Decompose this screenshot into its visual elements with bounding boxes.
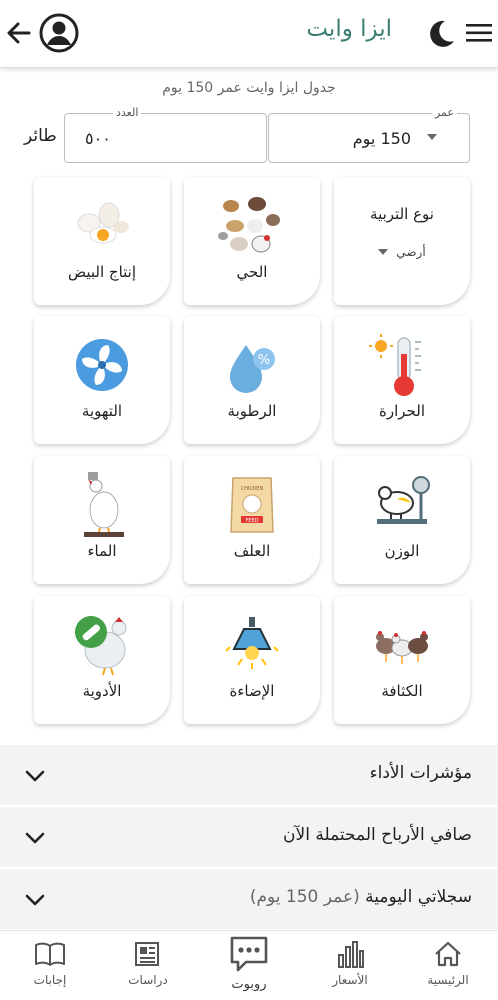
- nav-prices[interactable]: الأسعار: [310, 937, 390, 997]
- lighting-label: الإضاءة: [229, 682, 275, 700]
- chat-bubble-icon: [209, 933, 289, 975]
- profit-title: صافي الأرباح المحتملة الآن: [283, 825, 472, 845]
- count-label: العدد: [113, 106, 142, 119]
- nav-home-label: الرئيسية: [427, 973, 469, 987]
- tile-ventilation[interactable]: التهوية: [34, 316, 170, 444]
- thermometer-icon: [334, 332, 470, 398]
- egg-production-label: إنتاج البيض: [67, 263, 137, 281]
- feed-label: العلف: [233, 542, 271, 560]
- open-book-icon: [10, 937, 90, 971]
- nav-prices-label: الأسعار: [332, 973, 368, 987]
- age-value: 150 يوم: [352, 129, 411, 148]
- tile-humidity[interactable]: % الرطوبة: [184, 316, 320, 444]
- ceiling-lamp-icon: [184, 612, 320, 678]
- accordion-performance[interactable]: مؤشرات الأداء: [0, 745, 498, 806]
- nav-studies[interactable]: دراسات: [108, 937, 188, 997]
- bottom-navigation: الرئيسية الأسعار روبوت دراسات إجابات: [0, 930, 498, 1000]
- age-select[interactable]: عمر 150 يوم: [268, 106, 470, 163]
- live-poultry-icon: [184, 193, 320, 259]
- nav-home[interactable]: الرئيسية: [408, 937, 488, 997]
- tile-egg-production[interactable]: إنتاج البيض: [34, 177, 170, 305]
- nav-robot-label: روبوت: [231, 977, 267, 992]
- performance-title: مؤشرات الأداء: [369, 763, 472, 783]
- tile-water[interactable]: الماء: [34, 456, 170, 584]
- tile-weight[interactable]: الوزن: [334, 456, 470, 584]
- fan-icon: [34, 332, 170, 398]
- profile-icon[interactable]: [38, 12, 80, 54]
- bar-chart-icon: [310, 937, 390, 971]
- tile-lighting[interactable]: الإضاءة: [184, 596, 320, 724]
- sack-bottom-text: FEED: [245, 518, 258, 524]
- water-label: الماء: [87, 542, 117, 560]
- medicine-label: الأدوية: [82, 682, 122, 700]
- nav-studies-label: دراسات: [128, 973, 168, 987]
- sack-top-text: CHICKEN: [241, 486, 264, 492]
- age-label: عمر: [432, 106, 457, 119]
- app-header: ايزا وايت: [0, 0, 498, 68]
- svg-text:%: %: [258, 353, 270, 368]
- back-arrow-icon[interactable]: [2, 16, 36, 50]
- newspaper-icon: [108, 937, 188, 971]
- breeding-type-select[interactable]: أرضي: [334, 245, 470, 259]
- chevron-down-icon: [25, 770, 45, 782]
- medicine-chicken-icon: [34, 612, 170, 678]
- temperature-label: الحرارة: [379, 402, 425, 420]
- nav-answers-label: إجابات: [33, 973, 67, 987]
- ventilation-label: التهوية: [81, 402, 123, 420]
- humidity-label: الرطوبة: [227, 402, 277, 420]
- table-subtitle: جدول ايزا وايت عمر 150 يوم: [162, 80, 336, 96]
- home-icon: [408, 937, 488, 971]
- count-value: ٥٠٠: [85, 129, 111, 148]
- eggs-icon: [34, 193, 170, 259]
- tile-density[interactable]: الكثافة: [334, 596, 470, 724]
- live-label: الحي: [236, 263, 268, 281]
- accordion-profit[interactable]: صافي الأرباح المحتملة الآن: [0, 807, 498, 868]
- tile-medicine[interactable]: الأدوية: [34, 596, 170, 724]
- chicken-flock-icon: [334, 612, 470, 678]
- tile-feed[interactable]: CHICKEN FEED العلف: [184, 456, 320, 584]
- unit-label: طائر: [24, 126, 57, 146]
- dropdown-caret-icon: [427, 134, 437, 140]
- daily-logs-title: سجلاتي اليومية (عمر 150 يوم): [250, 887, 472, 907]
- hamburger-menu-icon[interactable]: [464, 18, 494, 48]
- daily-logs-label: سجلاتي اليومية: [365, 887, 472, 907]
- nav-robot[interactable]: روبوت: [209, 933, 289, 993]
- tile-breeding-type[interactable]: نوع التربية أرضي: [334, 177, 470, 305]
- breeding-type-title: نوع التربية: [370, 205, 434, 223]
- breeding-type-value: أرضي: [396, 245, 426, 259]
- app-title: ايزا وايت: [306, 16, 392, 42]
- tile-live[interactable]: الحي: [184, 177, 320, 305]
- tile-temperature[interactable]: الحرارة: [334, 316, 470, 444]
- daily-logs-age: (عمر 150 يوم): [249, 887, 360, 907]
- nav-answers[interactable]: إجابات: [10, 937, 90, 997]
- scale-chicken-icon: [334, 472, 470, 538]
- water-chicken-icon: [34, 472, 170, 538]
- feed-sack-icon: CHICKEN FEED: [184, 472, 320, 538]
- density-label: الكثافة: [381, 682, 423, 700]
- dark-mode-moon-icon[interactable]: [424, 16, 458, 50]
- weight-label: الوزن: [384, 542, 420, 560]
- humidity-drop-icon: %: [184, 332, 320, 398]
- chevron-down-icon: [25, 832, 45, 844]
- chevron-down-icon: [25, 894, 45, 906]
- dropdown-caret-icon: [378, 249, 389, 255]
- accordion-daily-logs[interactable]: سجلاتي اليومية (عمر 150 يوم): [0, 869, 498, 930]
- count-input[interactable]: العدد ٥٠٠: [64, 106, 267, 163]
